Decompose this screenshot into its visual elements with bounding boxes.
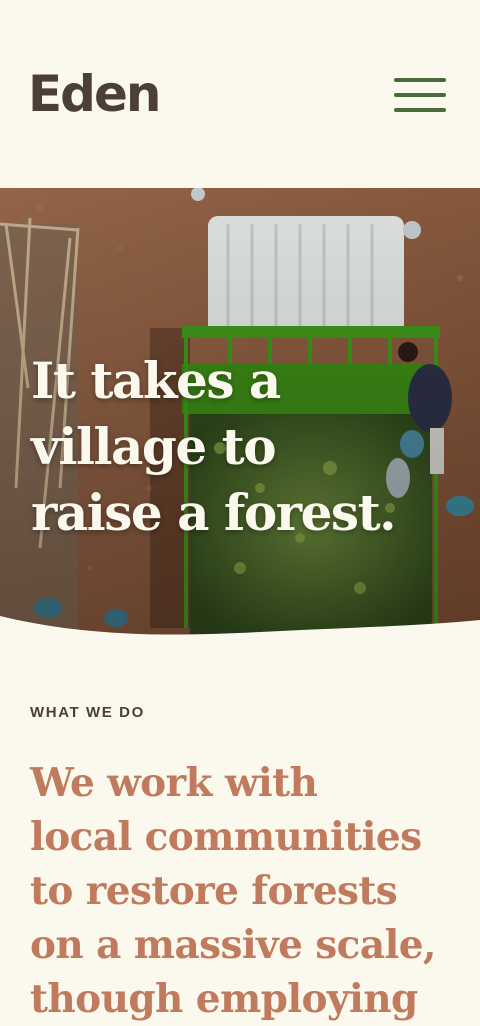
hero-banner: It takes a village to raise a forest. [0, 188, 480, 638]
mission-line-4: on a massive scale, [30, 922, 436, 968]
mission-statement: We work with local communities to restor… [30, 756, 470, 1026]
site-header: Eden [0, 0, 480, 188]
eden-logo[interactable]: Eden [28, 62, 161, 126]
mission-line-3: to restore forests [30, 868, 398, 914]
hamburger-menu-button[interactable] [394, 78, 446, 114]
mission-line-1: We work with [30, 760, 318, 806]
hero-headline-line-1: It takes a [31, 351, 281, 410]
section-eyebrow: WHAT WE DO [30, 704, 145, 721]
mission-line-2: local communities [30, 814, 422, 860]
menu-bar-bottom [394, 108, 446, 112]
hero-headline-line-3: raise a forest. [31, 483, 397, 542]
hero-headline: It takes a village to raise a forest. [31, 348, 471, 546]
hero-headline-line-2: village to [31, 417, 277, 476]
menu-bar-middle [394, 93, 446, 97]
menu-bar-top [394, 78, 446, 82]
